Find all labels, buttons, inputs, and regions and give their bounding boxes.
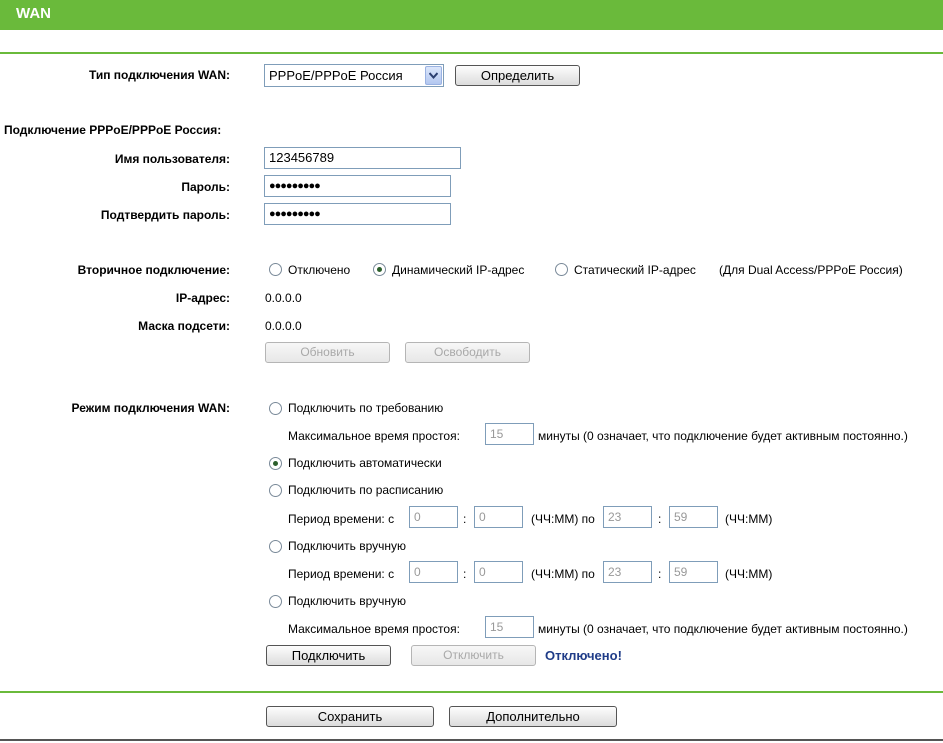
divider-top [0, 52, 943, 54]
refresh-button[interactable]: Обновить [265, 342, 390, 363]
schedule-from-minute[interactable]: 0 [474, 506, 523, 528]
mode-radio-manual-1[interactable] [269, 540, 282, 553]
mode-radio-on-demand[interactable] [269, 402, 282, 415]
manual-from-hour[interactable]: 0 [409, 561, 458, 583]
divider-page-bottom [0, 739, 943, 741]
secondary-label: Вторичное подключение: [77, 263, 230, 277]
username-input[interactable]: 123456789 [264, 147, 461, 169]
detect-button[interactable]: Определить [455, 65, 580, 86]
schedule-from-hour[interactable]: 0 [409, 506, 458, 528]
wan-type-label: Тип подключения WAN: [88, 68, 230, 82]
page-title: WAN [16, 5, 51, 22]
hhmm-label: (ЧЧ:ММ) [725, 567, 773, 581]
colon-sep: : [463, 512, 467, 526]
secondary-option-disabled: Отключено [288, 263, 351, 277]
schedule-to-label: (ЧЧ:ММ) по [531, 512, 595, 526]
idle-time-suffix: минуты (0 означает, что подключение буде… [538, 429, 908, 443]
save-button[interactable]: Сохранить [266, 706, 434, 727]
confirm-password-label: Подтвердить пароль: [100, 208, 230, 222]
pppoe-section-label: Подключение PPPoE/PPPoE Россия: [4, 123, 222, 137]
ip-label: IP-адрес: [175, 291, 230, 305]
advanced-button[interactable]: Дополнительно [449, 706, 617, 727]
mode-manual-1-label: Подключить вручную [288, 539, 406, 553]
idle-time-2-input[interactable]: 15 [485, 616, 534, 638]
manual-to-label: (ЧЧ:ММ) по [531, 567, 595, 581]
wan-type-select[interactable]: PPPoE/PPPoE Россия [264, 64, 444, 87]
password-input[interactable]: ●●●●●●●●● [264, 175, 451, 197]
colon-sep: : [463, 567, 467, 581]
manual-to-minute[interactable]: 59 [669, 561, 718, 583]
manual-to-hour[interactable]: 23 [603, 561, 652, 583]
secondary-radio-static[interactable] [555, 263, 568, 276]
mask-label: Маска подсети: [138, 319, 230, 333]
mode-auto-label: Подключить автоматически [288, 456, 442, 470]
idle-time-input[interactable]: 15 [485, 423, 534, 445]
password-label: Пароль: [181, 180, 230, 194]
username-label: Имя пользователя: [114, 152, 230, 166]
schedule-to-hour[interactable]: 23 [603, 506, 652, 528]
ip-value: 0.0.0.0 [265, 291, 302, 305]
idle-time-2-suffix: минуты (0 означает, что подключение буде… [538, 622, 908, 636]
mode-on-demand-label: Подключить по требованию [288, 401, 444, 415]
connect-button[interactable]: Подключить [266, 645, 391, 666]
mode-radio-manual-2[interactable] [269, 595, 282, 608]
secondary-radio-disabled[interactable] [269, 263, 282, 276]
mode-manual-2-label: Подключить вручную [288, 594, 406, 608]
confirm-password-input[interactable]: ●●●●●●●●● [264, 203, 451, 225]
mode-schedule-label: Подключить по расписанию [288, 483, 444, 497]
chevron-down-icon[interactable] [425, 66, 442, 85]
secondary-option-static: Статический IP-адрес [574, 263, 696, 277]
mask-value: 0.0.0.0 [265, 319, 302, 333]
idle-time-2-label: Максимальное время простоя: [288, 622, 460, 636]
schedule-to-minute[interactable]: 59 [669, 506, 718, 528]
schedule-period-label: Период времени: с [288, 512, 395, 526]
secondary-note: (Для Dual Access/PPPoE Россия) [719, 263, 903, 277]
release-button[interactable]: Освободить [405, 342, 530, 363]
mode-radio-schedule[interactable] [269, 484, 282, 497]
disconnect-button[interactable]: Отключить [411, 645, 536, 666]
mode-label: Режим подключения WAN: [71, 401, 230, 415]
colon-sep: : [658, 512, 662, 526]
page-header: WAN [0, 0, 943, 30]
manual-period-label: Период времени: с [288, 567, 395, 581]
wan-type-selected: PPPoE/PPPoE Россия [269, 68, 403, 83]
idle-time-label: Максимальное время простоя: [288, 429, 460, 443]
secondary-radio-dynamic[interactable] [373, 263, 386, 276]
hhmm-label: (ЧЧ:ММ) [725, 512, 773, 526]
secondary-option-dynamic: Динамический IP-адрес [392, 263, 525, 277]
colon-sep: : [658, 567, 662, 581]
divider-bottom [0, 691, 943, 693]
manual-from-minute[interactable]: 0 [474, 561, 523, 583]
mode-radio-auto[interactable] [269, 457, 282, 470]
connection-status: Отключено! [545, 648, 622, 663]
